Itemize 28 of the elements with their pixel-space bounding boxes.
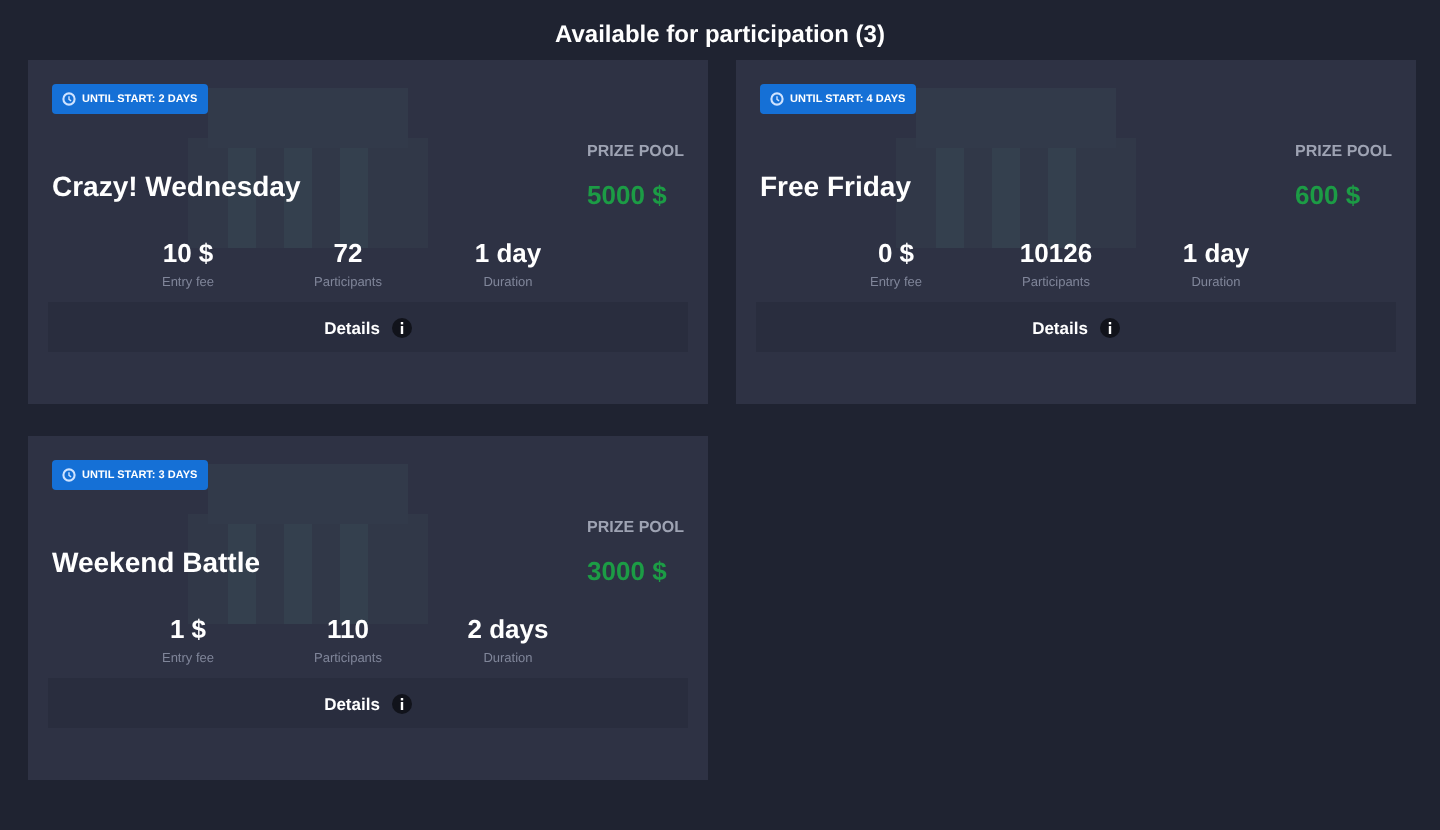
clock-icon bbox=[62, 468, 76, 482]
stat-value: 1 $ bbox=[169, 614, 207, 644]
prize-pool-label: PRIZE POOL bbox=[587, 518, 684, 536]
prize-amount: 3000 $ bbox=[587, 556, 667, 586]
details-button[interactable]: Details bbox=[756, 302, 1396, 352]
prize-amount: 5000 $ bbox=[587, 180, 667, 210]
stat-value: 110 bbox=[327, 614, 369, 644]
tournament-name: Free Friday bbox=[760, 170, 911, 202]
section-title: Available for participation (3) bbox=[553, 18, 887, 52]
details-button[interactable]: Details bbox=[48, 302, 688, 352]
clock-icon bbox=[62, 92, 76, 106]
stat-value: 10 $ bbox=[162, 238, 214, 268]
stat-value: 10126 bbox=[1019, 238, 1093, 268]
tournament-name: Crazy! Wednesday bbox=[52, 170, 301, 202]
tournament-name: Weekend Battle bbox=[52, 546, 260, 578]
info-icon bbox=[391, 317, 412, 337]
info-icon bbox=[391, 693, 412, 713]
details-button[interactable]: Details bbox=[48, 678, 688, 728]
clock-icon bbox=[770, 92, 784, 106]
stat-value: 0 $ bbox=[877, 238, 915, 268]
stat-value: 2 days bbox=[467, 614, 549, 644]
prize-pool-label: PRIZE POOL bbox=[1295, 142, 1392, 160]
info-icon bbox=[1099, 317, 1120, 337]
prize-pool-label: PRIZE POOL bbox=[587, 142, 684, 160]
stat-value: 1 day bbox=[474, 238, 542, 268]
prize-amount: 600 $ bbox=[1295, 180, 1361, 210]
stat-value: 1 day bbox=[1182, 238, 1250, 268]
stat-value: 72 bbox=[333, 238, 363, 268]
